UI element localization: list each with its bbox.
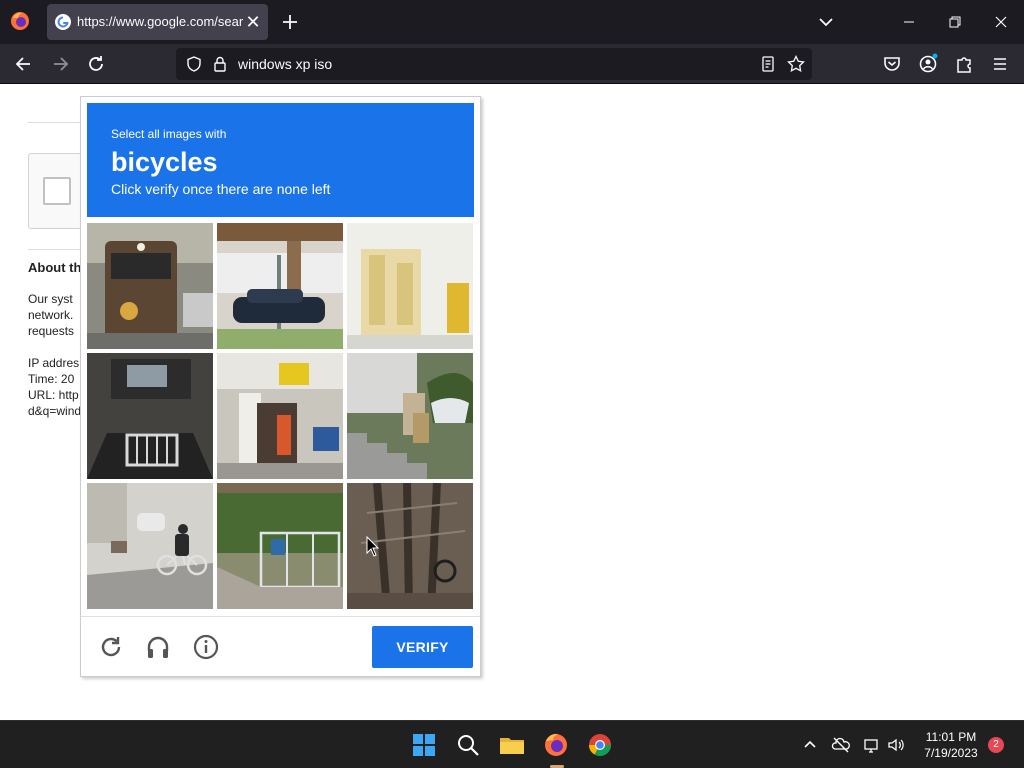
reload-icon[interactable] xyxy=(82,50,110,78)
start-windows-icon[interactable] xyxy=(408,729,440,761)
google-favicon-icon xyxy=(55,14,71,30)
footer-divider xyxy=(81,616,480,617)
storefront-image-icon xyxy=(217,353,343,479)
captcha-tile-6[interactable] xyxy=(347,353,473,479)
onedrive-offline-icon[interactable] xyxy=(831,735,851,755)
captcha-tile-8[interactable] xyxy=(217,483,343,609)
cyclist-image-icon xyxy=(87,483,213,609)
address-bar-text[interactable]: windows xp iso xyxy=(238,56,638,74)
about-text-line: requests xyxy=(28,324,75,338)
balcony-image-icon xyxy=(87,353,213,479)
stairs-image-icon xyxy=(347,353,473,479)
info-help-icon[interactable] xyxy=(192,633,220,661)
about-heading: About th xyxy=(28,260,82,275)
captcha-tile-4[interactable] xyxy=(87,353,213,479)
audio-challenge-headphones-icon[interactable] xyxy=(144,633,172,661)
tram-image-icon xyxy=(87,223,213,349)
captcha-tile-5[interactable] xyxy=(217,353,343,479)
tracking-protection-shield-icon[interactable] xyxy=(184,54,204,74)
time-line: Time: 20 xyxy=(28,372,75,386)
hedge-fence-image-icon xyxy=(217,483,343,609)
challenge-target-object: bicycles xyxy=(111,147,218,177)
parked-car-image-icon xyxy=(217,223,343,349)
recaptcha-widget xyxy=(28,153,88,229)
lock-icon[interactable] xyxy=(210,54,230,74)
show-hidden-icons-chevron-icon[interactable] xyxy=(800,735,820,755)
account-icon[interactable] xyxy=(914,50,942,78)
new-tab-icon[interactable] xyxy=(278,10,302,34)
captcha-tile-3[interactable] xyxy=(347,223,473,349)
url-line-continued: d&q=wind xyxy=(28,404,82,418)
chrome-taskbar-icon[interactable] xyxy=(584,729,616,761)
back-arrow-icon[interactable] xyxy=(10,50,38,78)
challenge-prompt: Select all images with xyxy=(111,127,227,141)
pocket-icon[interactable] xyxy=(878,50,906,78)
url-line: URL: http xyxy=(28,388,79,402)
ip-address-line: IP addres xyxy=(28,356,80,370)
tab-strip: https://www.google.com/search?q=windows+… xyxy=(0,0,1024,44)
volume-speaker-icon[interactable] xyxy=(886,735,906,755)
verify-button[interactable]: VERIFY xyxy=(372,626,473,668)
close-window-icon[interactable] xyxy=(978,0,1024,44)
captcha-tile-2[interactable] xyxy=(217,223,343,349)
mouse-cursor-icon xyxy=(366,536,380,557)
address-bar[interactable]: windows xp iso xyxy=(176,48,812,80)
divider xyxy=(28,249,88,250)
warehouse-image-icon xyxy=(347,223,473,349)
recaptcha-challenge-dialog: Select all images with bicycles Click ve… xyxy=(80,96,481,677)
bookmark-star-icon[interactable] xyxy=(786,54,806,74)
restore-window-icon[interactable] xyxy=(932,0,978,44)
notification-count-badge[interactable]: 2 xyxy=(988,737,1004,753)
about-text-line: Our syst xyxy=(28,292,73,306)
captcha-tile-7[interactable] xyxy=(87,483,213,609)
tab-close-icon[interactable]: ✕ xyxy=(243,12,263,32)
reload-challenge-icon[interactable] xyxy=(97,633,125,661)
forward-arrow-icon[interactable] xyxy=(46,50,74,78)
extensions-puzzle-icon[interactable] xyxy=(950,50,978,78)
firefox-taskbar-icon[interactable] xyxy=(540,729,572,761)
hamburger-menu-icon[interactable] xyxy=(986,50,1014,78)
network-icon[interactable] xyxy=(862,735,882,755)
tab-title: https://www.google.com/search?q=windows+… xyxy=(77,14,243,29)
challenge-header: Select all images with bicycles Click ve… xyxy=(87,103,474,217)
firefox-menu-icon[interactable] xyxy=(9,10,31,32)
about-text-line: network. xyxy=(28,308,74,322)
tab-google-search[interactable]: https://www.google.com/search?q=windows+… xyxy=(47,4,268,40)
system-clock[interactable]: 11:01 PM 7/19/2023 xyxy=(912,729,990,761)
challenge-instruction: Click verify once there are none left xyxy=(111,181,331,197)
recaptcha-checkbox[interactable] xyxy=(43,177,71,205)
windows-taskbar: 11:01 PM 7/19/2023 2 xyxy=(0,720,1024,768)
captcha-tile-1[interactable] xyxy=(87,223,213,349)
clock-time: 11:01 PM xyxy=(925,730,977,744)
reader-view-icon[interactable] xyxy=(758,54,778,74)
clock-date: 7/19/2023 xyxy=(924,746,978,760)
list-all-tabs-icon[interactable] xyxy=(814,10,838,34)
minimize-window-icon[interactable] xyxy=(886,0,932,44)
search-icon[interactable] xyxy=(452,729,484,761)
divider xyxy=(28,122,88,123)
navigation-toolbar: windows xp iso xyxy=(0,44,1024,84)
file-explorer-folder-icon[interactable] xyxy=(496,729,528,761)
